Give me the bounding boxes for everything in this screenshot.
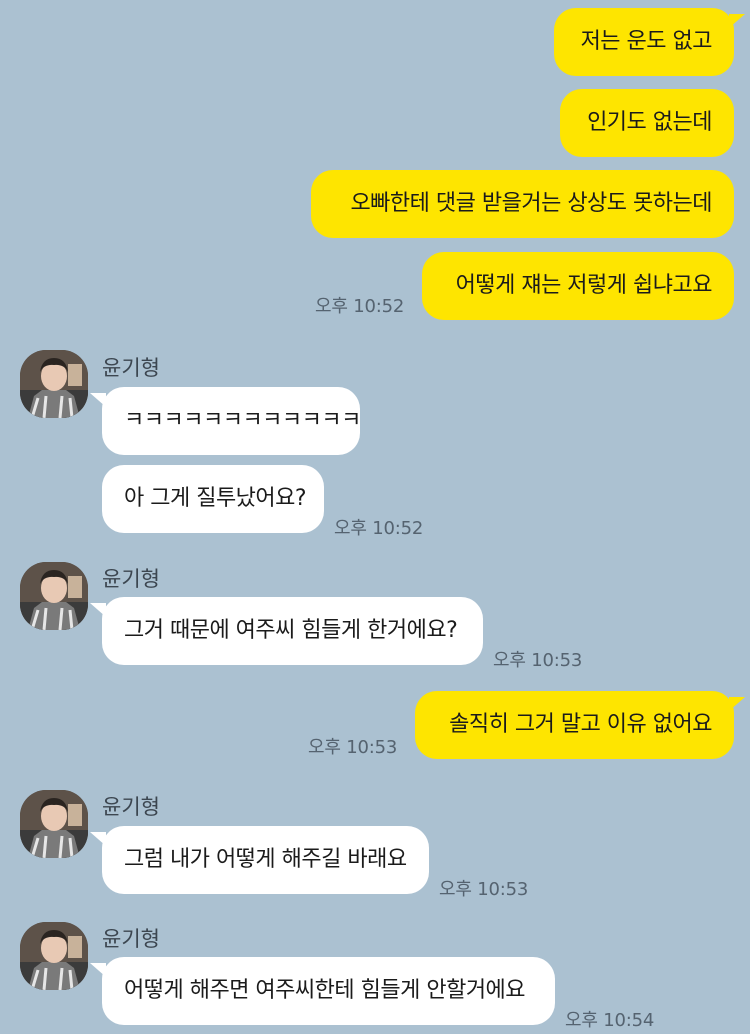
sender-name: 윤기형 <box>102 927 160 951</box>
message-bubble-received[interactable]: 그럼 내가 어떻게 해주길 바래요 <box>102 826 429 894</box>
message-bubble-sent[interactable]: 어떻게 쟤는 저렇게 쉽냐고요 <box>422 252 734 320</box>
profile-photo-icon <box>20 922 88 990</box>
message-bubble-received[interactable]: 아 그게 질투났어요? <box>102 465 324 533</box>
message-bubble-sent[interactable]: 인기도 없는데 <box>560 89 734 157</box>
bubble-tail <box>90 832 106 846</box>
bubble-tail <box>90 963 106 977</box>
sender-name: 윤기형 <box>102 356 160 380</box>
message-timestamp: 오후 10:53 <box>493 650 583 671</box>
message-timestamp: 오후 10:54 <box>565 1010 655 1031</box>
message-timestamp: 오후 10:53 <box>439 879 529 900</box>
profile-photo-icon <box>20 790 88 858</box>
message-timestamp: 오후 10:52 <box>334 518 424 539</box>
message-bubble-received[interactable]: ㅋㅋㅋㅋㅋㅋㅋㅋㅋㅋㅋㅋ <box>102 387 361 455</box>
sender-name: 윤기형 <box>102 567 160 591</box>
bubble-tail <box>729 697 745 711</box>
message-timestamp: 오후 10:52 <box>315 296 405 317</box>
contact-avatar[interactable] <box>20 562 88 630</box>
message-bubble-sent[interactable]: 솔직히 그거 말고 이유 없어요 <box>415 691 734 759</box>
profile-photo-icon <box>20 350 88 418</box>
profile-photo-icon <box>20 562 88 630</box>
message-bubble-received[interactable]: 그거 때문에 여주씨 힘들게 한거에요? <box>102 597 483 665</box>
contact-avatar[interactable] <box>20 350 88 418</box>
message-bubble-sent[interactable]: 오빠한테 댓글 받을거는 상상도 못하는데 <box>311 170 734 238</box>
sender-name: 윤기형 <box>102 795 160 819</box>
contact-avatar[interactable] <box>20 922 88 990</box>
message-bubble-sent[interactable]: 저는 운도 없고 <box>554 8 734 76</box>
bubble-tail <box>90 603 106 617</box>
bubble-tail <box>90 393 106 407</box>
bubble-tail <box>729 14 745 28</box>
message-bubble-received[interactable]: 어떻게 해주면 여주씨한테 힘들게 안할거에요 <box>102 957 555 1025</box>
contact-avatar[interactable] <box>20 790 88 858</box>
message-timestamp: 오후 10:53 <box>308 737 398 758</box>
